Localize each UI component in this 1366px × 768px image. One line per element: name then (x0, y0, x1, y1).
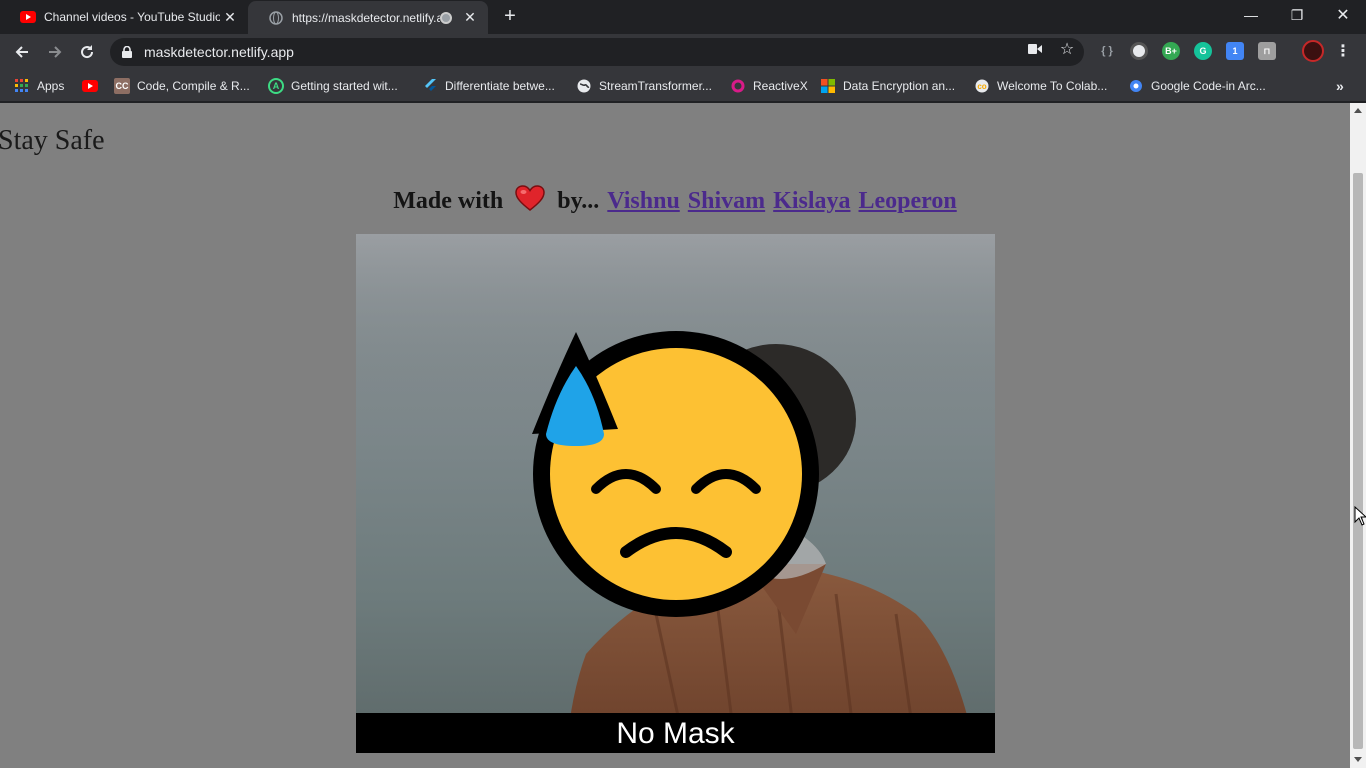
colab-icon: co (974, 78, 990, 94)
youtube-icon (20, 9, 36, 25)
bookmark-code-compile[interactable]: CC Code, Compile & R... (114, 76, 250, 96)
recording-icon (440, 11, 452, 24)
webcam-person-image (356, 234, 995, 753)
reactivex-icon (730, 78, 746, 94)
bookmark-apps[interactable]: Apps (14, 76, 64, 96)
bookmark-streamtransformer[interactable]: StreamTransformer... (576, 76, 712, 96)
globe-icon (268, 10, 284, 26)
webcam-feed: No Mask (356, 234, 995, 753)
mouse-cursor-icon (1354, 506, 1366, 526)
address-url: maskdetector.netlify.app (144, 44, 294, 60)
bookmark-label: ReactiveX (753, 79, 808, 93)
minimize-icon[interactable]: — (1228, 0, 1274, 30)
forward-arrow-icon[interactable] (41, 38, 69, 66)
bookmark-data-encryption[interactable]: Data Encryption an... (820, 76, 955, 96)
restore-icon[interactable]: ❐ (1274, 0, 1320, 30)
more-bookmarks-chevron-icon[interactable]: » (1336, 76, 1344, 96)
credits-line: Made with by... Vishnu Shivam Kislaya Le… (0, 185, 1350, 215)
reload-icon[interactable] (73, 38, 101, 66)
bookmark-label: Data Encryption an... (843, 79, 956, 93)
tab-youtube-studio[interactable]: Channel videos - YouTube Studio ✕ (0, 0, 248, 34)
bookmark-label: Welcome To Colab... (997, 79, 1108, 93)
svg-text:co: co (977, 82, 986, 91)
detection-status-label: No Mask (356, 713, 995, 753)
extension-badge: 1 (1232, 46, 1238, 56)
close-icon[interactable]: ✕ (460, 8, 480, 28)
menu-kebab-icon[interactable]: ⋮ (1334, 42, 1352, 60)
apps-grid-icon (14, 78, 30, 94)
cc-icon: CC (114, 78, 130, 94)
address-bar[interactable]: maskdetector.netlify.app (110, 38, 1084, 66)
made-with-text: Made with (393, 188, 504, 214)
bookmark-label: Google Code-in Arc... (1151, 79, 1266, 93)
bookmark-differentiate[interactable]: Differentiate betwe... (422, 76, 555, 96)
by-text: by... (557, 188, 600, 214)
gear-icon (1128, 78, 1144, 94)
close-icon[interactable]: ✕ (220, 7, 240, 27)
heart-icon (515, 185, 546, 211)
bookmark-label: Getting started wit... (291, 79, 398, 93)
scroll-up-arrow-icon[interactable] (1354, 108, 1362, 113)
profile-avatar[interactable] (1302, 40, 1324, 62)
scroll-down-arrow-icon[interactable] (1354, 757, 1362, 762)
bookmarks-bar: Apps CC Code, Compile & R... A Getting s… (0, 70, 1366, 102)
flutter-icon (422, 78, 438, 94)
window-close-icon[interactable]: ✕ (1320, 0, 1366, 30)
bookmark-reactivex[interactable]: ReactiveX (730, 76, 808, 96)
scrollbar-thumb[interactable] (1353, 173, 1363, 749)
bookmark-google-code-in[interactable]: Google Code-in Arc... (1128, 76, 1266, 96)
microsoft-icon (820, 78, 836, 94)
back-arrow-icon[interactable] (8, 38, 36, 66)
bookmark-label: Differentiate betwe... (445, 79, 555, 93)
extension-record-icon[interactable] (1130, 42, 1148, 60)
author-link-shivam[interactable]: Shivam (688, 188, 765, 214)
lock-icon (122, 45, 134, 59)
android-studio-icon: A (268, 78, 284, 94)
extension-puzzle-icon[interactable]: ⊓ (1258, 42, 1276, 60)
vertical-scrollbar[interactable] (1350, 103, 1366, 768)
bookmark-youtube[interactable] (82, 76, 105, 96)
tab-title: Channel videos - YouTube Studio (44, 10, 220, 24)
youtube-icon (82, 78, 98, 94)
tab-strip: Channel videos - YouTube Studio ✕ https:… (0, 0, 1366, 34)
tab-title: https://maskdetector.netlify.a (292, 10, 440, 25)
extension-bplus-icon[interactable]: B+ (1162, 42, 1180, 60)
new-tab-button[interactable]: + (498, 6, 522, 28)
author-link-kislaya[interactable]: Kislaya (773, 188, 850, 214)
bookmark-colab[interactable]: co Welcome To Colab... (974, 76, 1107, 96)
page-title: Stay Safe (0, 125, 105, 156)
camera-icon[interactable] (1027, 41, 1043, 57)
author-link-vishnu[interactable]: Vishnu (607, 188, 680, 214)
page-content: Stay Safe Made with by... Vishnu Shivam … (0, 103, 1350, 768)
extension-chat-icon[interactable]: 1 (1226, 42, 1244, 60)
author-link-leoperon[interactable]: Leoperon (859, 188, 957, 214)
tab-maskdetector[interactable]: https://maskdetector.netlify.a ✕ (248, 1, 488, 34)
bookmark-label: Apps (37, 79, 65, 93)
extension-grammarly-icon[interactable]: G (1194, 42, 1212, 60)
bookmark-getting-started[interactable]: A Getting started wit... (268, 76, 398, 96)
extension-braces-icon[interactable]: { } (1098, 42, 1116, 60)
globe-icon (576, 78, 592, 94)
bookmark-label: Code, Compile & R... (137, 79, 250, 93)
bookmark-label: StreamTransformer... (599, 79, 712, 93)
star-icon[interactable]: ☆ (1059, 41, 1075, 58)
